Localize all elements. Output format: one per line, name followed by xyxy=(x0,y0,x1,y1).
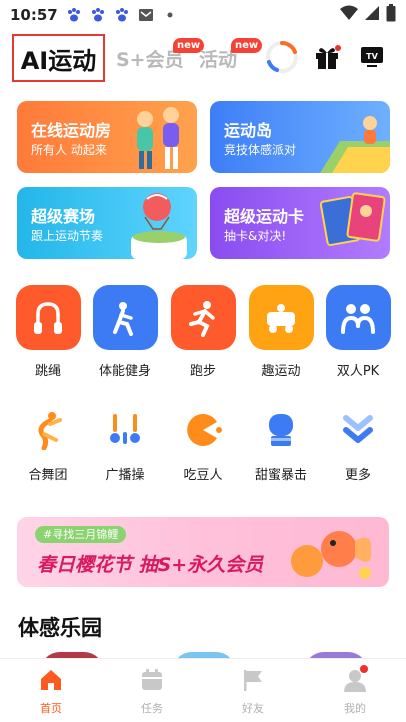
boxing-glove-icon xyxy=(259,408,303,452)
promo-text: 春日樱花节 抽S+永久会员 xyxy=(37,554,264,576)
category-label: 体能健身 xyxy=(98,364,151,379)
category-fitness[interactable]: 体能健身 xyxy=(87,285,163,379)
two-people-icon xyxy=(325,285,391,350)
tab-ai-sports[interactable]: AI运动 xyxy=(12,34,105,82)
promo-tag: #寻找三月锦鲤 xyxy=(35,526,127,543)
game-more[interactable]: 更多 xyxy=(320,408,396,483)
nav-label: 我的 xyxy=(344,702,366,715)
wifi-icon xyxy=(340,5,358,25)
card-subtitle: 跟上运动节奏 xyxy=(31,229,104,243)
svg-text:TV: TV xyxy=(366,52,378,61)
category-running[interactable]: 跑步 xyxy=(165,285,241,379)
card-super-arena[interactable]: 超级赛场 跟上运动节奏 xyxy=(17,187,197,259)
pacman-icon xyxy=(181,408,225,452)
ring-progress-icon[interactable] xyxy=(265,40,299,74)
game-sweet-strike[interactable]: 甜蜜暴击 xyxy=(243,408,319,483)
notification-dot xyxy=(360,665,368,673)
baidu-paw-icon xyxy=(66,7,82,23)
game-label: 吃豆人 xyxy=(183,468,223,483)
island-illustration-icon xyxy=(320,116,390,173)
fun-cart-icon xyxy=(248,285,314,350)
promo-banner[interactable]: #寻找三月锦鲤 春日樱花节 抽S+永久会员 xyxy=(17,517,389,587)
running-person-icon xyxy=(170,285,236,350)
calendar-icon xyxy=(139,667,165,693)
card-online-room[interactable]: 在线运动房 所有人 动起来 xyxy=(17,101,197,173)
game-label: 广播操 xyxy=(105,468,145,483)
new-badge: new xyxy=(231,38,263,53)
game-broadcast-exercise[interactable]: 广播操 xyxy=(87,408,163,483)
gift-icon[interactable] xyxy=(313,44,341,70)
game-label: 更多 xyxy=(344,468,371,483)
card-title: 运动岛 xyxy=(224,121,273,140)
fitness-person-icon xyxy=(92,285,158,350)
games-grid: 合舞团 广播操 吃豆人 甜蜜暴击 更多 xyxy=(0,408,406,488)
nav-label: 任务 xyxy=(141,702,163,715)
status-time: 10:57 xyxy=(10,6,58,24)
bottom-navigation: 首页 任务 好友 我的 xyxy=(0,658,406,722)
category-two-player-pk[interactable]: 双人PK xyxy=(320,285,396,379)
more-chevron-icon xyxy=(336,408,380,452)
card-subtitle: 抽卡&对决! xyxy=(224,229,287,243)
people-illustration-icon xyxy=(137,107,179,169)
card-subtitle: 所有人 动起来 xyxy=(31,143,107,157)
nav-tasks[interactable]: 任务 xyxy=(122,667,182,716)
home-icon xyxy=(38,667,64,693)
dance-icon xyxy=(26,408,70,452)
status-bar: 10:57 xyxy=(0,0,406,30)
top-header: AI运动 S+会员 new 活动 new TV xyxy=(0,30,406,88)
game-pacman[interactable]: 吃豆人 xyxy=(165,408,241,483)
nav-label: 首页 xyxy=(40,702,62,715)
nav-home[interactable]: 首页 xyxy=(21,667,81,716)
dot-icon xyxy=(162,7,178,23)
category-jump-rope[interactable]: 跳绳 xyxy=(10,285,86,379)
nav-profile[interactable]: 我的 xyxy=(325,665,385,716)
game-dance-troupe[interactable]: 合舞团 xyxy=(10,408,86,483)
card-super-sports-card[interactable]: 超级运动卡 抽卡&对决! xyxy=(210,187,390,259)
mail-icon xyxy=(138,7,154,23)
card-subtitle: 竞技体感派对 xyxy=(224,143,297,157)
flag-icon xyxy=(240,667,266,693)
category-label: 跑步 xyxy=(189,364,216,379)
category-fun-sports[interactable]: 趣运动 xyxy=(243,285,319,379)
balloon-illustration-icon xyxy=(131,193,187,259)
game-label: 甜蜜暴击 xyxy=(254,468,307,483)
card-title: 超级运动卡 xyxy=(224,207,305,226)
jump-rope-icon xyxy=(15,285,81,350)
signal-icon xyxy=(364,5,380,25)
nav-friends[interactable]: 好友 xyxy=(223,667,283,716)
battery-icon xyxy=(386,4,396,26)
koi-fish-icon xyxy=(291,531,372,579)
sports-category-grid: 跳绳 体能健身 跑步 趣运动 双人PK xyxy=(0,285,406,385)
category-label: 趣运动 xyxy=(261,364,301,379)
nav-label: 好友 xyxy=(242,702,264,715)
exercise-icon xyxy=(103,408,147,452)
category-label: 双人PK xyxy=(336,364,380,379)
trading-cards-icon xyxy=(319,192,386,246)
tv-icon[interactable]: TV xyxy=(360,46,384,68)
baidu-paw-icon xyxy=(90,7,106,23)
game-label: 合舞团 xyxy=(28,468,68,483)
section-title: 体感乐园 xyxy=(18,616,102,640)
baidu-paw-icon xyxy=(114,7,130,23)
card-sports-island[interactable]: 运动岛 竞技体感派对 xyxy=(210,101,390,173)
card-title: 在线运动房 xyxy=(31,121,112,140)
category-label: 跳绳 xyxy=(34,364,61,379)
card-title: 超级赛场 xyxy=(31,207,96,226)
